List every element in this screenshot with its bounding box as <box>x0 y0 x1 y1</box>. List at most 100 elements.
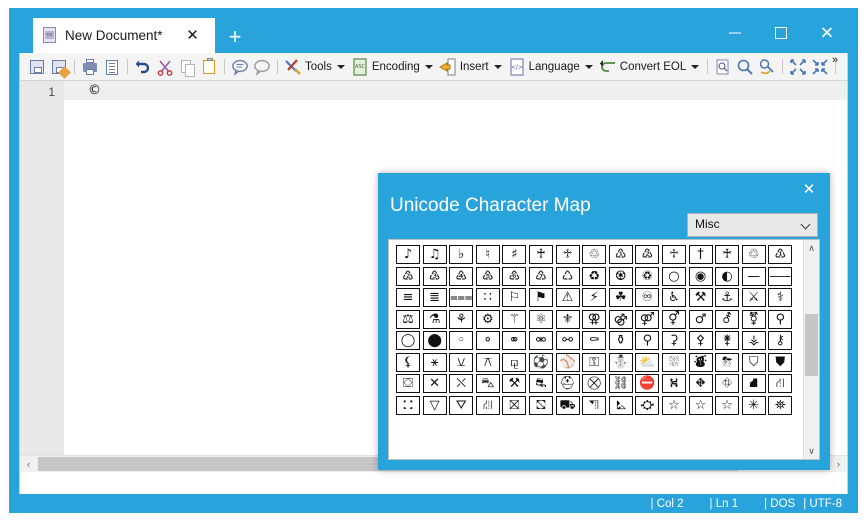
toolbar-undo-button[interactable] <box>132 55 154 79</box>
charmap-cell[interactable]: ⛟ <box>556 396 580 415</box>
charmap-cell[interactable]: ♻ <box>582 267 606 286</box>
charmap-cell[interactable]: ⛊ <box>768 353 792 372</box>
toolbar-language-menu[interactable]: </> Language <box>506 55 597 79</box>
charmap-cell[interactable]: ⛗ <box>715 374 739 393</box>
charmap-cell[interactable]: ⩶ <box>449 288 473 307</box>
charmap-cell[interactable]: ⛡ <box>609 396 633 415</box>
charmap-cell[interactable]: ⚶ <box>742 331 766 350</box>
charmap-cell[interactable]: ♳ <box>768 245 792 264</box>
charmap-cell[interactable]: ⛑ <box>556 374 580 393</box>
toolbar-expand-all-button[interactable] <box>787 55 809 79</box>
charmap-cell[interactable]: ♶ <box>449 267 473 286</box>
charmap-cell[interactable]: ⚠ <box>556 288 580 307</box>
charmap-cell[interactable]: ⚲ <box>635 331 659 350</box>
charmap-cell[interactable]: ⚔ <box>742 288 766 307</box>
charmap-cell[interactable]: ⸺ <box>768 267 792 286</box>
charmap-cell[interactable]: ⚽ <box>529 353 553 372</box>
charmap-cell[interactable]: ♰ <box>715 245 739 264</box>
tab-new-document[interactable]: TXT New Document* ✕ <box>33 18 215 53</box>
charmap-cell[interactable]: ▽ <box>423 396 447 415</box>
charmap-cell[interactable]: ⚐ <box>502 288 526 307</box>
charmap-cell[interactable]: ♱ <box>662 245 686 264</box>
maximize-button[interactable] <box>758 18 804 48</box>
charmap-cell[interactable]: ⚖ <box>396 310 420 329</box>
charmap-cell[interactable]: ⛙ <box>768 374 792 393</box>
charmap-cell[interactable]: ⛠ <box>582 396 606 415</box>
charmap-cell[interactable]: ⛔ <box>635 374 659 393</box>
charmap-vertical-scrollbar[interactable]: ∧ ∨ <box>803 240 819 459</box>
chevron-down-icon[interactable] <box>802 221 810 229</box>
toolbar-find-button[interactable] <box>734 55 756 79</box>
charmap-cell[interactable]: ⚺ <box>449 353 473 372</box>
toolbar-convert-eol-menu[interactable]: Convert EOL <box>597 55 703 79</box>
chevron-down-icon[interactable] <box>585 65 593 69</box>
charmap-cell[interactable]: ○ <box>662 267 686 286</box>
scroll-right-icon[interactable]: › <box>830 456 847 472</box>
charmap-cell[interactable]: ♺ <box>556 267 580 286</box>
toolbar-preview-button[interactable] <box>712 55 734 79</box>
charmap-cell[interactable]: ⚢ <box>582 310 606 329</box>
charmap-cell[interactable]: ⚚ <box>502 310 526 329</box>
toolbar-comment-button[interactable] <box>229 55 251 79</box>
charmap-cell[interactable]: ♳ <box>609 245 633 264</box>
charmap-cell[interactable]: ⚡ <box>582 288 606 307</box>
chevron-down-icon[interactable] <box>691 65 699 69</box>
charmap-cell[interactable]: ◐ <box>715 267 739 286</box>
toolbar-page-setup-button[interactable] <box>101 55 123 79</box>
toolbar-insert-menu[interactable]: Insert <box>437 55 506 79</box>
charmap-cell[interactable]: ⚤ <box>635 310 659 329</box>
charmap-cell[interactable]: ♿ <box>662 288 686 307</box>
charmap-cell[interactable]: ♭ <box>449 245 473 264</box>
charmap-cell[interactable]: ⚒ <box>502 374 526 393</box>
charmap-cell[interactable]: ⛋ <box>396 374 420 393</box>
charmap-cell[interactable]: ♂ <box>689 310 713 329</box>
charmap-cell[interactable]: ⚾ <box>556 353 580 372</box>
charmap-cell[interactable]: ≡ <box>396 288 420 307</box>
charmap-cell[interactable]: ≣ <box>423 288 447 307</box>
charmap-cell[interactable]: ⛉ <box>742 353 766 372</box>
charmap-cell[interactable]: ⛄ <box>609 353 633 372</box>
charmap-cell[interactable]: ⛒ <box>582 374 606 393</box>
charmap-cell[interactable]: ∷ <box>476 288 500 307</box>
charmap-cell[interactable]: ⚹ <box>423 353 447 372</box>
charmap-cell[interactable]: ♵ <box>423 267 447 286</box>
charmap-cell[interactable]: ⚻ <box>476 353 500 372</box>
charmap-cell[interactable]: ◉ <box>689 267 713 286</box>
charmap-cell[interactable]: ⛝ <box>502 396 526 415</box>
charmap-cell[interactable]: ⚵ <box>715 331 739 350</box>
charmap-cell[interactable]: ⚴ <box>689 331 713 350</box>
charmap-cell[interactable]: ♸ <box>502 267 526 286</box>
toolbar-tools-menu[interactable]: Tools <box>282 55 349 79</box>
charmap-cell[interactable]: ⚯ <box>556 331 580 350</box>
chevron-down-icon[interactable] <box>337 65 345 69</box>
charmap-cell[interactable]: ♼ <box>609 267 633 286</box>
charmap-cell[interactable]: ⚥ <box>662 310 686 329</box>
charmap-cell[interactable]: ⛞ <box>529 396 553 415</box>
charmap-category-select[interactable]: Misc <box>687 213 818 237</box>
charmap-cell[interactable]: ⛘ <box>742 374 766 393</box>
charmap-cell[interactable]: ⛆ <box>662 353 686 372</box>
toolbar-print-button[interactable] <box>79 55 101 79</box>
charmap-cell[interactable]: ⚳ <box>662 331 686 350</box>
charmap-cell[interactable]: ⛌ <box>449 374 473 393</box>
charmap-cell[interactable]: ♾ <box>635 288 659 307</box>
scroll-down-icon[interactable]: ∨ <box>804 443 819 459</box>
charmap-cell[interactable]: ♪ <box>396 245 420 264</box>
charmap-cell[interactable]: ♫ <box>423 245 447 264</box>
charmap-cell[interactable]: ⛓ <box>609 374 633 393</box>
charmap-cell[interactable]: ⚮ <box>529 331 553 350</box>
charmap-cell[interactable]: ⛕ <box>662 374 686 393</box>
charmap-cell[interactable]: ♴ <box>635 245 659 264</box>
toolbar-save-as-button[interactable] <box>48 55 70 79</box>
charmap-cell[interactable]: ⛍ <box>476 374 500 393</box>
charmap-cell[interactable]: ⛛ <box>449 396 473 415</box>
charmap-cell[interactable]: ♰ <box>529 245 553 264</box>
charmap-cell[interactable]: ✕ <box>423 374 447 393</box>
charmap-cell[interactable]: ⚦ <box>715 310 739 329</box>
charmap-cell[interactable]: ☆ <box>662 396 686 415</box>
charmap-cell[interactable]: ♯ <box>502 245 526 264</box>
charmap-cell[interactable]: ♹ <box>529 267 553 286</box>
charmap-cell[interactable]: ⛜ <box>476 396 500 415</box>
charmap-cell[interactable]: ⚭ <box>502 331 526 350</box>
scroll-up-icon[interactable]: ∧ <box>804 240 819 256</box>
